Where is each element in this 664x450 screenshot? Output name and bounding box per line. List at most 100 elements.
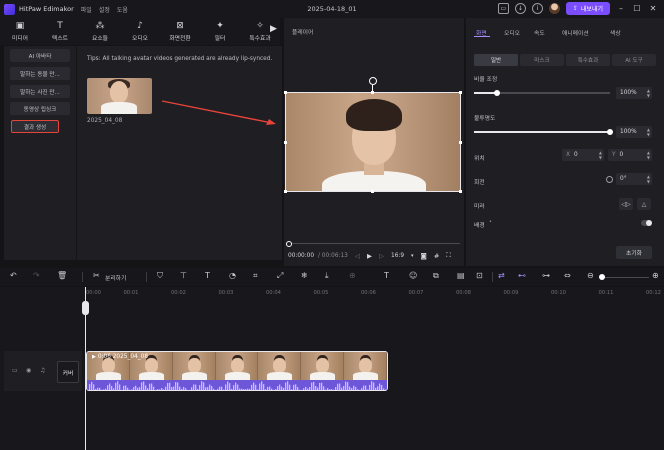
track-audio-icon[interactable]: ♫: [40, 367, 45, 374]
sidebar-item-talking-animal[interactable]: 말하는 동물 만...: [10, 67, 70, 80]
subtab-effects[interactable]: 특수효과: [566, 54, 610, 66]
trim-icon[interactable]: ⤓: [325, 271, 329, 281]
toolbar-more-arrow-icon[interactable]: ▶: [270, 24, 277, 34]
resize-icon[interactable]: ⤢: [277, 271, 283, 281]
zoom-slider[interactable]: [605, 277, 649, 278]
info-icon[interactable]: i: [531, 3, 543, 14]
crop-icon[interactable]: ⌗: [253, 271, 258, 281]
download-icon[interactable]: ↓: [514, 3, 526, 14]
text-edit-icon[interactable]: ⊡: [476, 271, 483, 280]
split-button[interactable]: 분리하기: [105, 273, 126, 282]
resize-handle[interactable]: [459, 190, 462, 193]
sidebar-item-results[interactable]: 결과 생성: [11, 120, 59, 133]
tab-speed[interactable]: 속도: [534, 28, 545, 37]
fit-icon[interactable]: ⇔: [564, 271, 571, 280]
sidebar-item-talking-photo[interactable]: 말하는 사진 만...: [10, 85, 70, 98]
stepper-icon[interactable]: ▲ ▼: [647, 88, 650, 98]
copy-icon[interactable]: ⧉: [433, 271, 439, 281]
rotate-dial-icon[interactable]: [606, 176, 613, 183]
export-button[interactable]: ⇪ 내보내기: [565, 2, 610, 15]
prev-frame-icon[interactable]: ◁: [355, 252, 360, 260]
sidebar-item-ai-avatar[interactable]: AI 아바타: [10, 49, 70, 62]
resize-handle[interactable]: [284, 141, 287, 144]
stepper-icon[interactable]: ▲ ▼: [647, 174, 650, 184]
speed-icon[interactable]: ◔: [229, 271, 236, 280]
text-box-icon[interactable]: ⊤: [180, 271, 187, 280]
camera-icon[interactable]: ◙: [421, 252, 427, 260]
menu-help[interactable]: 도움: [117, 5, 128, 14]
maximize-icon[interactable]: ☐: [632, 4, 642, 13]
redo-icon[interactable]: ↷: [33, 271, 40, 280]
undo-icon[interactable]: ↶: [10, 271, 17, 280]
result-thumbnail[interactable]: [87, 78, 152, 114]
seek-handle[interactable]: [286, 240, 292, 247]
stepper-icon[interactable]: ▲ ▼: [647, 150, 650, 160]
close-icon[interactable]: ✕: [648, 4, 658, 13]
next-frame-icon[interactable]: ▷: [379, 252, 384, 260]
track-lock-icon[interactable]: ▭: [12, 367, 18, 374]
link-icon[interactable]: ⇄: [498, 271, 505, 280]
aspect-ratio-select[interactable]: 16:9: [391, 253, 404, 259]
seek-bar[interactable]: [287, 243, 460, 244]
tab-color[interactable]: 색상: [610, 28, 621, 37]
play-icon[interactable]: ▶: [367, 252, 372, 260]
tab-audio[interactable]: 오디오: [504, 28, 520, 37]
tool-elements[interactable]: ⁂ 요소들: [80, 18, 120, 45]
text-frame-icon[interactable]: T: [205, 271, 210, 280]
stepper-icon[interactable]: ▲ ▼: [647, 127, 650, 137]
rotate-input[interactable]: 0° ▲ ▼: [616, 173, 652, 185]
scale-value-input[interactable]: 100% ▲ ▼: [616, 87, 652, 99]
video-preview[interactable]: [285, 92, 461, 192]
resize-handle[interactable]: [284, 190, 287, 193]
resize-handle[interactable]: [284, 91, 287, 94]
opacity-slider-knob[interactable]: [607, 128, 613, 135]
subtab-mask[interactable]: 마스크: [520, 54, 564, 66]
shield-icon[interactable]: ⛉: [157, 271, 163, 281]
delete-icon[interactable]: 🗑: [57, 271, 67, 280]
tab-animation[interactable]: 애니메이션: [562, 28, 589, 37]
freeze-icon[interactable]: ❄: [301, 271, 308, 280]
chevron-down-icon[interactable]: ▾: [411, 253, 414, 259]
grid-icon[interactable]: #: [434, 252, 439, 260]
resize-handle[interactable]: [371, 91, 374, 94]
menu-file[interactable]: 파일: [81, 5, 92, 14]
sidebar-item-lip-sync[interactable]: 동영상 립싱크: [10, 102, 70, 115]
tool-transition[interactable]: ⊠ 화면전환: [160, 18, 200, 45]
chain-icon[interactable]: ⊶: [542, 271, 550, 280]
menu-settings[interactable]: 설정: [99, 5, 110, 14]
scale-slider-knob[interactable]: [494, 89, 501, 96]
flip-vertical-icon[interactable]: △: [637, 198, 651, 210]
scissors-icon[interactable]: ✂: [93, 271, 100, 280]
tool-filter[interactable]: ✦ 필터: [200, 18, 240, 45]
stepper-icon[interactable]: ▲ ▼: [599, 150, 602, 160]
feedback-icon[interactable]: ▭: [497, 3, 509, 14]
resize-handle[interactable]: [371, 190, 374, 193]
subtab-general[interactable]: 일반: [474, 54, 518, 66]
reset-button[interactable]: 초기화: [616, 246, 652, 259]
user-avatar[interactable]: [548, 3, 560, 14]
resize-handle[interactable]: [459, 141, 462, 144]
background-toggle[interactable]: [641, 220, 652, 226]
face-icon[interactable]: ☺: [409, 271, 417, 280]
zoom-in-icon[interactable]: ⊕: [652, 271, 659, 280]
magnet-icon[interactable]: ⊷: [518, 271, 526, 280]
track-visible-icon[interactable]: ◉: [26, 367, 31, 374]
subtab-ai-tools[interactable]: AI 도구: [612, 54, 656, 66]
cover-button[interactable]: 커버: [57, 361, 79, 383]
playhead-handle[interactable]: [82, 301, 89, 315]
sticker-icon[interactable]: ▤: [457, 271, 465, 280]
rotate-handle-icon[interactable]: [369, 77, 377, 85]
fullscreen-icon[interactable]: ⛶: [446, 251, 451, 260]
zoom-slider-knob[interactable]: [599, 274, 605, 280]
target-icon[interactable]: ⊕: [349, 271, 356, 280]
tool-text[interactable]: T 텍스트: [40, 18, 80, 45]
tool-audio[interactable]: ♪ 오디오: [120, 18, 160, 45]
y-input[interactable]: Y 0 ▲ ▼: [608, 149, 652, 161]
zoom-out-icon[interactable]: ⊖: [587, 271, 594, 280]
opacity-value-input[interactable]: 100% ▲ ▼: [616, 126, 652, 138]
resize-handle[interactable]: [459, 91, 462, 94]
tool-media[interactable]: ▣ 미디어: [0, 18, 40, 45]
minimize-icon[interactable]: –: [616, 4, 626, 13]
x-input[interactable]: X 0 ▲ ▼: [562, 149, 604, 161]
opacity-slider-track[interactable]: [474, 131, 610, 133]
